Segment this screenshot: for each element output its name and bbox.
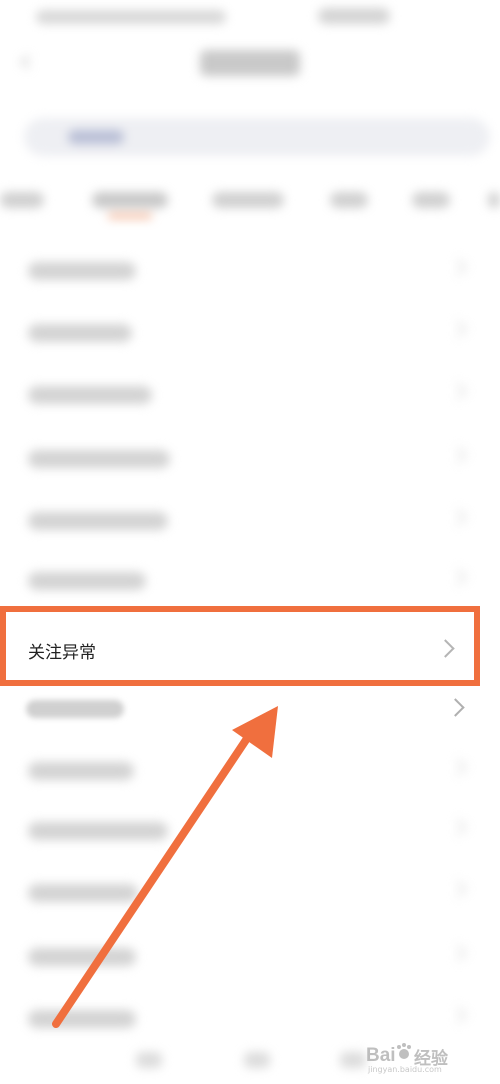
arrow-shaft [52,718,262,1028]
baidu-paw-logo: Bai [366,1043,411,1066]
annotation-arrow [52,706,278,1028]
svg-text:Bai: Bai [366,1045,396,1066]
watermark-url: jingyan.baidu.com [368,1065,442,1074]
watermark: Bai 经验 jingyan.baidu.com [366,1042,486,1078]
